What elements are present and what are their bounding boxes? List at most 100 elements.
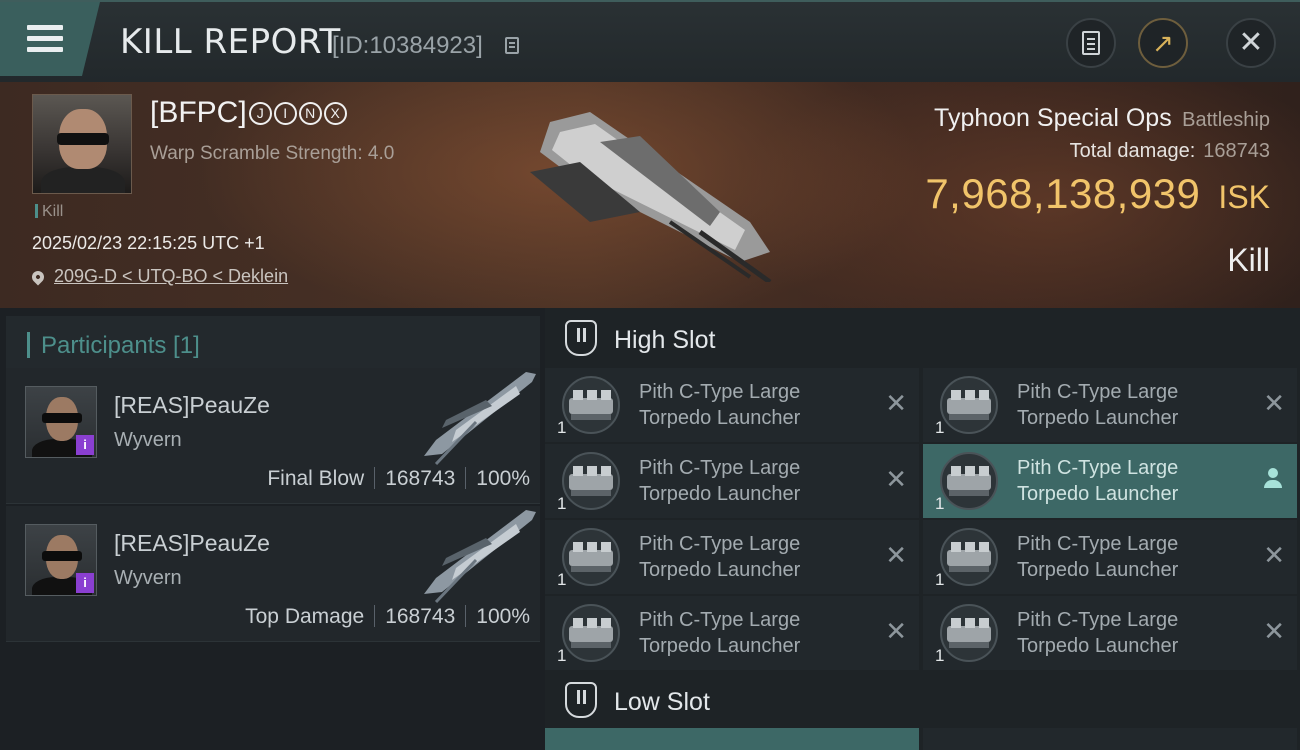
module-name-line1: Pith C-Type Large xyxy=(639,609,801,631)
module-quantity: 1 xyxy=(557,418,567,437)
info-badge-icon: i xyxy=(76,435,94,455)
participants-heading: Participants [1] xyxy=(41,332,200,359)
module-quantity: 1 xyxy=(557,570,567,589)
participant-damage: 168743 xyxy=(385,605,456,628)
module-name-line2: Torpedo Launcher xyxy=(639,635,801,657)
victim-name-char: N xyxy=(298,101,322,125)
avatar[interactable]: i xyxy=(25,386,97,458)
module-quantity: 1 xyxy=(557,494,567,513)
x-icon: ✕ xyxy=(1263,388,1285,418)
module-quantity: 1 xyxy=(935,418,945,437)
module-image xyxy=(940,452,998,510)
share-button[interactable]: ↗ xyxy=(1138,18,1188,68)
participant-role: Top Damage xyxy=(245,605,365,628)
high-slot-module[interactable]: 1 Pith C-Type Large Torpedo Launcher ✕ xyxy=(923,368,1297,442)
module-name-line1: Pith C-Type Large xyxy=(639,457,801,479)
module-image xyxy=(940,528,998,586)
ship-class: Battleship xyxy=(1182,109,1270,131)
victim-ship-image xyxy=(530,112,772,282)
high-slot-module[interactable]: 1 Pith C-Type Large Torpedo Launcher xyxy=(923,444,1297,518)
total-damage: Total damage: 168743 xyxy=(1070,140,1270,163)
module-name-line2: Torpedo Launcher xyxy=(1017,407,1179,429)
location-link[interactable]: 209G-D < UTQ-BO < Deklein xyxy=(29,266,288,287)
victim-name-char: J xyxy=(248,101,272,125)
x-icon: ✕ xyxy=(885,540,907,570)
module-quantity: 1 xyxy=(557,646,567,665)
high-slot-title: High Slot xyxy=(614,326,716,354)
isk-unit: ISK xyxy=(1218,179,1270,215)
participant-percent: 100% xyxy=(476,467,530,490)
document-button[interactable] xyxy=(1066,18,1116,68)
module-name-line1: Pith C-Type Large xyxy=(1017,609,1179,631)
module-image xyxy=(940,376,998,434)
module-image xyxy=(562,604,620,662)
copy-icon[interactable] xyxy=(505,37,519,54)
high-slot-module[interactable]: 1 Pith C-Type Large Torpedo Launcher ✕ xyxy=(545,520,919,594)
module-name: Pith C-Type Large Torpedo Launcher xyxy=(639,607,859,659)
participants-header: Participants [1] xyxy=(6,316,540,371)
victim-name: [BFPC] J I N X xyxy=(150,96,347,130)
high-slot-module[interactable]: 1 Pith C-Type Large Torpedo Launcher ✕ xyxy=(545,368,919,442)
hamburger-icon xyxy=(27,25,63,58)
module-name-line2: Torpedo Launcher xyxy=(639,483,801,505)
high-slot-module[interactable]: 1 Pith C-Type Large Torpedo Launcher ✕ xyxy=(923,520,1297,594)
high-slot-module[interactable]: 1 Pith C-Type Large Torpedo Launcher ✕ xyxy=(545,596,919,670)
participant-ship-image xyxy=(424,372,536,466)
module-name-line1: Pith C-Type Large xyxy=(639,533,801,555)
victim-avatar[interactable] xyxy=(32,94,132,194)
high-slot-module[interactable]: 1 Pith C-Type Large Torpedo Launcher ✕ xyxy=(545,444,919,518)
module-name: Pith C-Type Large Torpedo Launcher xyxy=(639,531,859,583)
kill-summary: [BFPC] J I N X Warp Scramble Strength: 4… xyxy=(0,82,1300,308)
location-text[interactable]: 209G-D < UTQ-BO < Deklein xyxy=(54,266,288,287)
warp-scramble-strength: Warp Scramble Strength: 4.0 xyxy=(150,143,395,164)
fitting-panel: High Slot 1 Pith C-Type Large Torpedo Laun… xyxy=(545,308,1300,750)
module-name-line2: Torpedo Launcher xyxy=(1017,559,1179,581)
module-quantity: 1 xyxy=(935,494,945,513)
total-damage-value: 168743 xyxy=(1203,140,1270,162)
participant-row[interactable]: i [REAS]PeauZe Wyvern Final Blow 168743 10… xyxy=(6,368,540,504)
participant-ship: Wyvern xyxy=(114,429,182,451)
high-slot-module[interactable]: 1 Pith C-Type Large Torpedo Launcher ✕ xyxy=(923,596,1297,670)
module-name-line2: Torpedo Launcher xyxy=(1017,483,1179,505)
x-icon: ✕ xyxy=(885,388,907,418)
low-slot-module[interactable] xyxy=(923,728,1297,750)
participant-name: [REAS]PeauZe xyxy=(114,392,270,418)
participant-stats: Final Blow 168743 100% xyxy=(267,467,530,491)
kill-tag: Kill xyxy=(35,203,63,221)
menu-button[interactable] xyxy=(0,2,100,76)
participant-stats: Top Damage 168743 100% xyxy=(245,605,530,629)
module-name-line1: Pith C-Type Large xyxy=(1017,457,1179,479)
module-image xyxy=(562,452,620,510)
person-icon xyxy=(1263,468,1283,490)
isk-value: 7,968,138,939 xyxy=(925,170,1201,217)
close-button[interactable]: ✕ xyxy=(1226,18,1276,68)
participant-ship: Wyvern xyxy=(114,567,182,589)
participant-percent: 100% xyxy=(476,605,530,628)
participant-damage: 168743 xyxy=(385,467,456,490)
kill-id: [ID:10384923] xyxy=(332,32,483,59)
module-name-line1: Pith C-Type Large xyxy=(1017,381,1179,403)
location-pin-icon xyxy=(29,268,47,285)
module-name-line2: Torpedo Launcher xyxy=(1017,635,1179,657)
module-quantity: 1 xyxy=(935,570,945,589)
participants-panel: Participants [1] i [REAS]PeauZe Wyvern F… xyxy=(0,308,545,750)
low-slot-header: Low Slot xyxy=(545,670,1300,730)
module-name: Pith C-Type Large Torpedo Launcher xyxy=(639,379,859,431)
avatar[interactable]: i xyxy=(25,524,97,596)
module-image xyxy=(562,528,620,586)
participant-row[interactable]: i [REAS]PeauZe Wyvern Top Damage 168743 10… xyxy=(6,506,540,642)
module-image xyxy=(940,604,998,662)
kill-datetime: 2025/02/23 22:15:25 UTC +1 xyxy=(32,233,265,253)
share-icon: ↗ xyxy=(1152,28,1174,58)
total-damage-label: Total damage: xyxy=(1069,140,1196,162)
low-slot-module[interactable] xyxy=(545,728,919,750)
module-name-line2: Torpedo Launcher xyxy=(639,559,801,581)
x-icon: ✕ xyxy=(885,464,907,494)
isk-value-row: 7,968,138,939 ISK xyxy=(925,170,1270,218)
module-quantity: 1 xyxy=(935,646,945,665)
close-icon: ✕ xyxy=(1238,26,1264,59)
document-icon xyxy=(1082,31,1100,55)
ship-name[interactable]: Typhoon Special Ops xyxy=(934,104,1172,132)
low-slot-title: Low Slot xyxy=(614,688,710,716)
victim-corp-tag: [BFPC] xyxy=(150,96,247,129)
